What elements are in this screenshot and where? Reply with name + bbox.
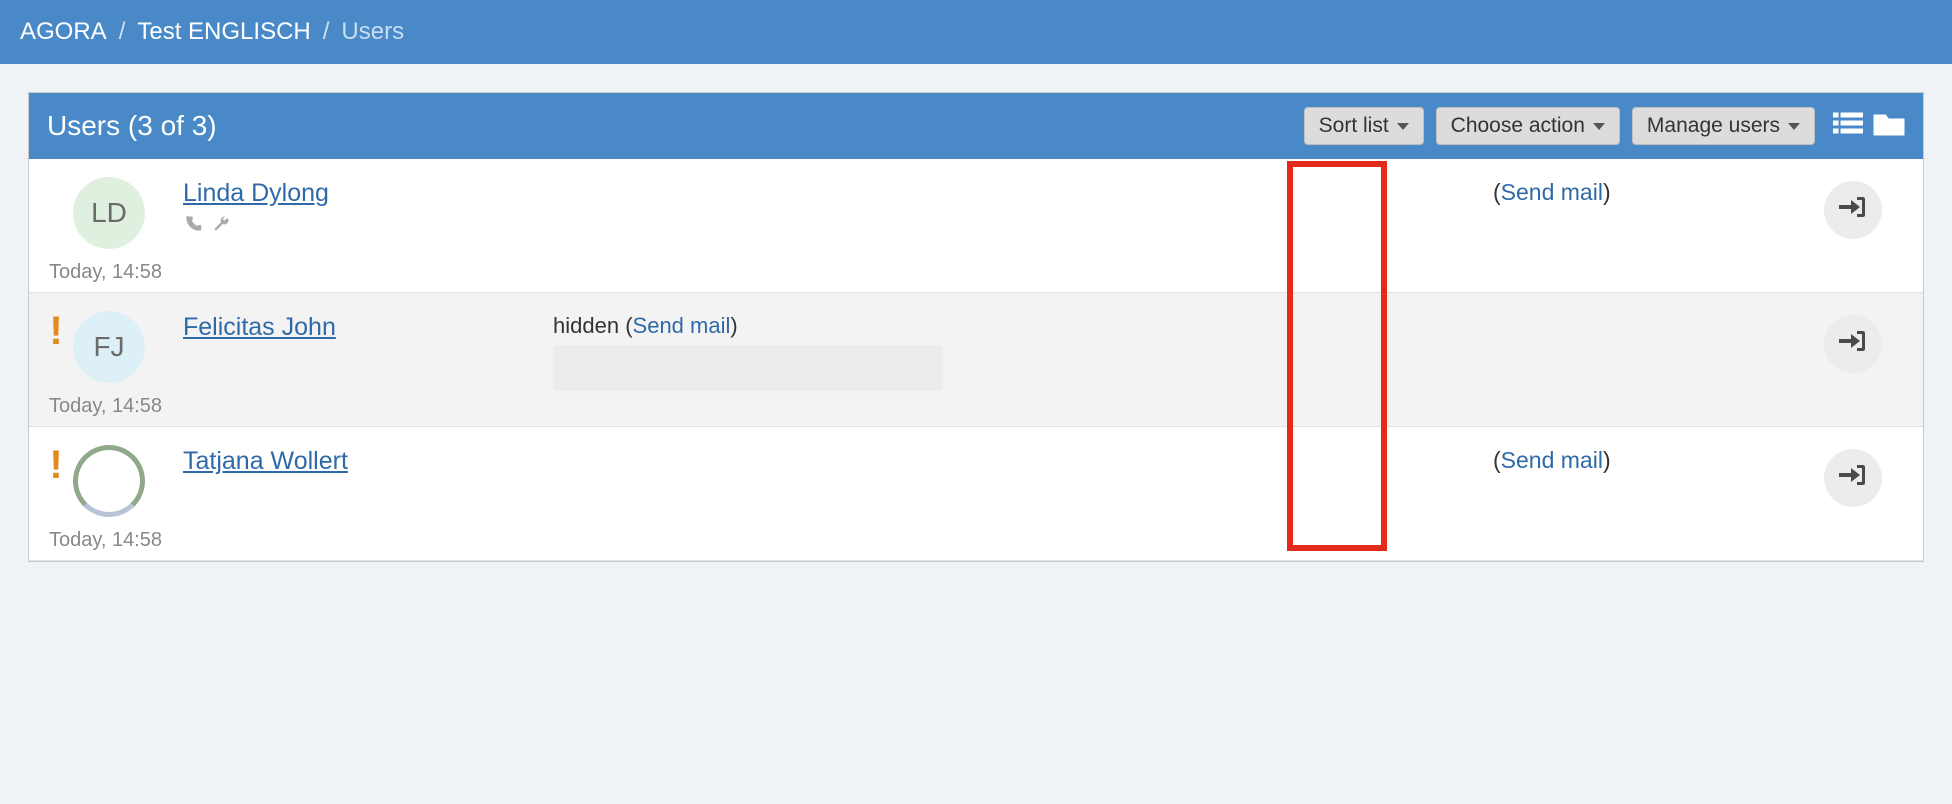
- page-title: Users (3 of 3): [47, 110, 1292, 142]
- avatar: LD: [73, 177, 145, 249]
- user-row: ! FJ Today, 14:58 Felicitas John hidden …: [29, 293, 1923, 427]
- user-list: LD Today, 14:58 Linda Dylong: [29, 159, 1923, 561]
- breadcrumb-current: Users: [341, 18, 404, 46]
- user-row: LD Today, 14:58 Linda Dylong: [29, 159, 1923, 293]
- breadcrumb: AGORA / Test ENGLISCH / Users: [0, 0, 1952, 64]
- avatar: FJ: [73, 311, 145, 383]
- list-view-icon[interactable]: [1833, 111, 1863, 141]
- breadcrumb-root[interactable]: AGORA: [20, 18, 107, 46]
- paren: ): [1603, 447, 1611, 473]
- breadcrumb-sep: /: [119, 18, 126, 46]
- paren: ): [1603, 179, 1611, 205]
- wrench-icon: [211, 214, 231, 240]
- user-name-link[interactable]: Linda Dylong: [183, 179, 329, 207]
- timestamp: Today, 14:58: [49, 395, 162, 418]
- warning-icon: !: [49, 451, 62, 479]
- user-name-link[interactable]: Felicitas John: [183, 313, 336, 341]
- paren: (: [1493, 179, 1501, 205]
- sort-list-label: Sort list: [1319, 114, 1389, 138]
- caret-down-icon: [1593, 123, 1605, 130]
- email-hidden-label: hidden: [553, 313, 619, 338]
- redacted-block: [553, 345, 943, 391]
- breadcrumb-project[interactable]: Test ENGLISCH: [137, 18, 310, 46]
- phone-icon: [183, 214, 203, 240]
- impersonate-button[interactable]: [1824, 449, 1882, 507]
- choose-action-label: Choose action: [1451, 114, 1585, 138]
- avatar: [73, 445, 145, 517]
- impersonate-button[interactable]: [1824, 181, 1882, 239]
- user-row: ! Today, 14:58 Tatjana Wollert (Send mai…: [29, 427, 1923, 561]
- manage-users-dropdown[interactable]: Manage users: [1632, 107, 1815, 145]
- sort-list-dropdown[interactable]: Sort list: [1304, 107, 1424, 145]
- impersonate-button[interactable]: [1824, 315, 1882, 373]
- user-name-link[interactable]: Tatjana Wollert: [183, 447, 348, 475]
- choose-action-dropdown[interactable]: Choose action: [1436, 107, 1620, 145]
- sign-in-icon: [1839, 463, 1867, 493]
- folder-view-icon[interactable]: [1873, 110, 1905, 142]
- send-mail-link[interactable]: Send mail: [1501, 179, 1603, 205]
- caret-down-icon: [1788, 123, 1800, 130]
- sign-in-icon: [1839, 329, 1867, 359]
- manage-users-label: Manage users: [1647, 114, 1780, 138]
- caret-down-icon: [1397, 123, 1409, 130]
- paren: (: [1493, 447, 1501, 473]
- sign-in-icon: [1839, 195, 1867, 225]
- timestamp: Today, 14:58: [49, 529, 162, 552]
- panel-header: Users (3 of 3) Sort list Choose action M…: [29, 93, 1923, 159]
- warning-icon: !: [49, 317, 62, 345]
- breadcrumb-sep: /: [323, 18, 330, 46]
- users-panel: Users (3 of 3) Sort list Choose action M…: [28, 92, 1924, 562]
- send-mail-link[interactable]: Send mail: [633, 313, 731, 338]
- timestamp: Today, 14:58: [49, 261, 162, 284]
- send-mail-link[interactable]: Send mail: [1501, 447, 1603, 473]
